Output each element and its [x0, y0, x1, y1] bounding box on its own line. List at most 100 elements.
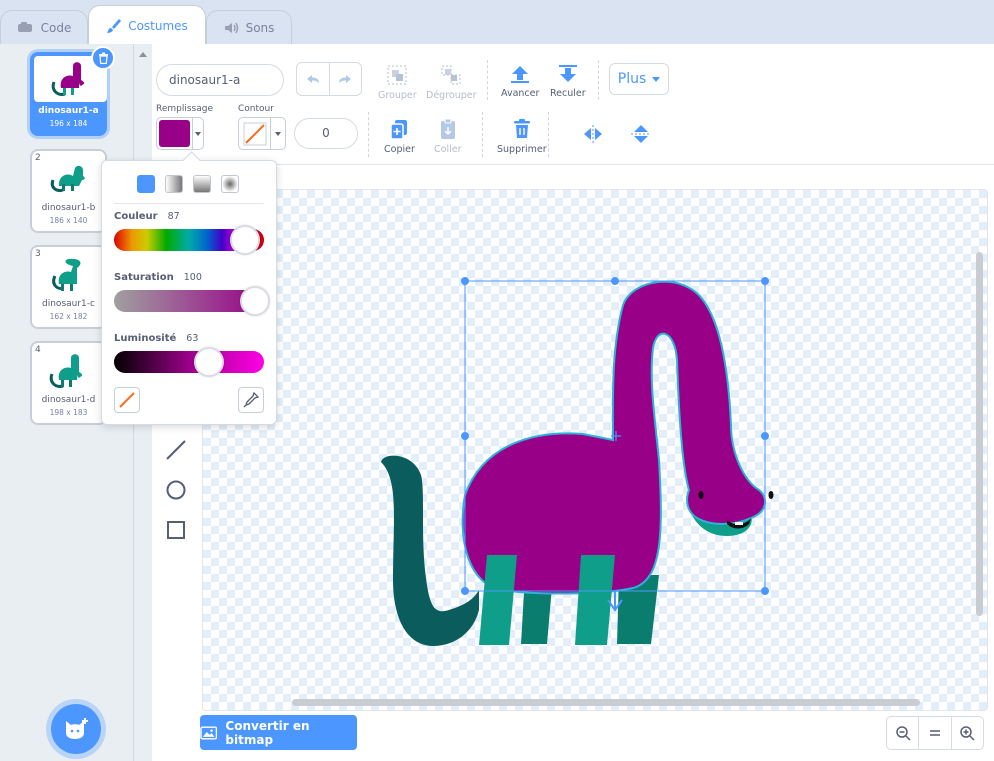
saturation-slider[interactable]: [114, 286, 270, 316]
canvas-horizontal-scrollbar[interactable]: [292, 699, 920, 706]
no-color-button[interactable]: [114, 387, 140, 413]
costume-item-3[interactable]: 3 dinosaur1-c 162 x 182: [30, 245, 107, 329]
saturation-slider-knob[interactable]: [240, 286, 270, 316]
eyedropper-icon: [243, 392, 259, 408]
caret-down-icon: [195, 131, 201, 136]
toolbar-divider: [368, 112, 369, 157]
outline-label: Contour: [238, 104, 274, 114]
add-costume-button[interactable]: [51, 704, 101, 754]
drawing-canvas[interactable]: [202, 189, 988, 711]
toolbar-divider: [487, 60, 488, 100]
costume-item-4[interactable]: 4 dinosaur1-d 198 x 183: [30, 341, 107, 425]
costume-size: 196 x 184: [49, 119, 88, 128]
tab-code[interactable]: Code: [0, 10, 88, 45]
zoom-in-icon: [960, 726, 975, 741]
equals-icon: [929, 730, 940, 736]
scroll-up-arrow-icon[interactable]: [139, 52, 147, 57]
backward-label: Reculer: [550, 88, 586, 99]
costume-size: 186 x 140: [49, 216, 88, 225]
redo-button[interactable]: [328, 63, 362, 95]
saturation-value: 100: [183, 272, 202, 283]
fill-color-button[interactable]: [156, 117, 204, 150]
vertical-gradient-option[interactable]: [193, 175, 211, 193]
undo-redo-group: [296, 62, 362, 96]
dino-tail: [381, 455, 479, 646]
tab-bar: Code Costumes Sons: [0, 0, 994, 46]
tab-code-label: Code: [40, 21, 72, 35]
arrow-up-icon: [511, 66, 530, 83]
costume-thumbnail: [38, 253, 100, 297]
color-slider[interactable]: [114, 225, 264, 255]
convert-to-bitmap-button[interactable]: Convertir en bitmap: [200, 715, 357, 750]
saturation-slider-label: Saturation 100: [114, 272, 202, 283]
circle-tool-icon: [166, 480, 186, 500]
tab-costumes[interactable]: Costumes: [88, 5, 206, 46]
stroke-width-input[interactable]: 0: [294, 118, 358, 149]
redo-icon: [339, 75, 352, 83]
line-tool[interactable]: [162, 436, 190, 464]
solid-fill-option[interactable]: [137, 175, 155, 193]
dinosaur-drawing[interactable]: [203, 190, 988, 711]
zoom-out-button[interactable]: [887, 717, 918, 749]
costume-name: dinosaur1-d: [41, 395, 96, 405]
arrow-down-icon: [558, 65, 577, 82]
delete-costume-button[interactable]: [91, 46, 115, 70]
color-slider-label: Couleur 87: [114, 211, 180, 222]
paste-icon: [440, 118, 455, 139]
forward-button[interactable]: Avancer: [501, 64, 539, 99]
undo-button[interactable]: [297, 63, 329, 95]
costume-name: dinosaur1-c: [42, 299, 95, 309]
costume-item-2[interactable]: 2 dinosaur1-b 186 x 140: [30, 149, 107, 233]
flip-horizontal-button[interactable]: [582, 124, 604, 144]
group-button[interactable]: Grouper: [378, 64, 417, 101]
caret-down-icon: [275, 131, 281, 136]
copy-button[interactable]: Copier: [384, 118, 415, 155]
paint-editor: Grouper Dégrouper Avancer Reculer Plus R…: [152, 44, 994, 761]
outline-dropdown-arrow: [270, 118, 285, 149]
flip-vertical-button[interactable]: [630, 124, 652, 144]
fill-color-swatch: [159, 120, 190, 147]
drawing-tools: [162, 424, 190, 544]
rectangle-tool[interactable]: [162, 516, 190, 544]
saturation-label: Saturation: [114, 272, 174, 283]
radial-gradient-option[interactable]: [221, 175, 239, 193]
group-label: Grouper: [378, 90, 417, 101]
brightness-slider[interactable]: [114, 347, 264, 377]
paste-button[interactable]: Coller: [434, 118, 461, 155]
fill-dropdown-arrow: [192, 118, 203, 149]
toolbar-divider: [482, 112, 483, 157]
tab-sounds-label: Sons: [245, 21, 275, 35]
backward-button[interactable]: Reculer: [550, 64, 586, 99]
ungroup-button[interactable]: Dégrouper: [426, 64, 477, 101]
dino-eye: [698, 491, 704, 499]
brightness-slider-knob[interactable]: [193, 347, 224, 377]
flip-horizontal-icon: [584, 125, 602, 143]
zoom-in-button[interactable]: [950, 717, 983, 749]
costume-item-1[interactable]: 1 dinosaur1-a 196 x 184: [30, 46, 115, 136]
more-label: Plus: [617, 71, 647, 87]
costume-size: 198 x 183: [49, 408, 88, 417]
color-slider-knob[interactable]: [229, 225, 260, 255]
canvas-vertical-scrollbar[interactable]: [976, 252, 983, 616]
fill-label: Remplissage: [156, 104, 214, 114]
horizontal-gradient-option[interactable]: [165, 175, 183, 193]
more-button[interactable]: Plus: [609, 63, 669, 95]
circle-tool[interactable]: [162, 476, 190, 504]
outline-color-button[interactable]: [238, 117, 286, 150]
group-icon: [387, 65, 407, 85]
eyedropper-button[interactable]: [238, 387, 264, 413]
dino-teeth: [735, 522, 743, 525]
toolbar-divider: [548, 112, 549, 157]
ungroup-label: Dégrouper: [426, 90, 477, 101]
zoom-reset-button[interactable]: [918, 717, 950, 749]
speaker-icon: [224, 22, 238, 34]
copy-icon: [390, 120, 408, 140]
costume-thumbnail: [38, 157, 100, 201]
costume-name-input[interactable]: [156, 64, 284, 96]
delete-button[interactable]: Supprimer: [497, 118, 547, 155]
tab-costumes-label: Costumes: [128, 19, 188, 33]
tab-sounds[interactable]: Sons: [206, 10, 292, 45]
brightness-label: Luminosité: [114, 333, 177, 344]
toolbar-divider: [152, 164, 994, 165]
costume-name: dinosaur1-b: [41, 203, 96, 213]
